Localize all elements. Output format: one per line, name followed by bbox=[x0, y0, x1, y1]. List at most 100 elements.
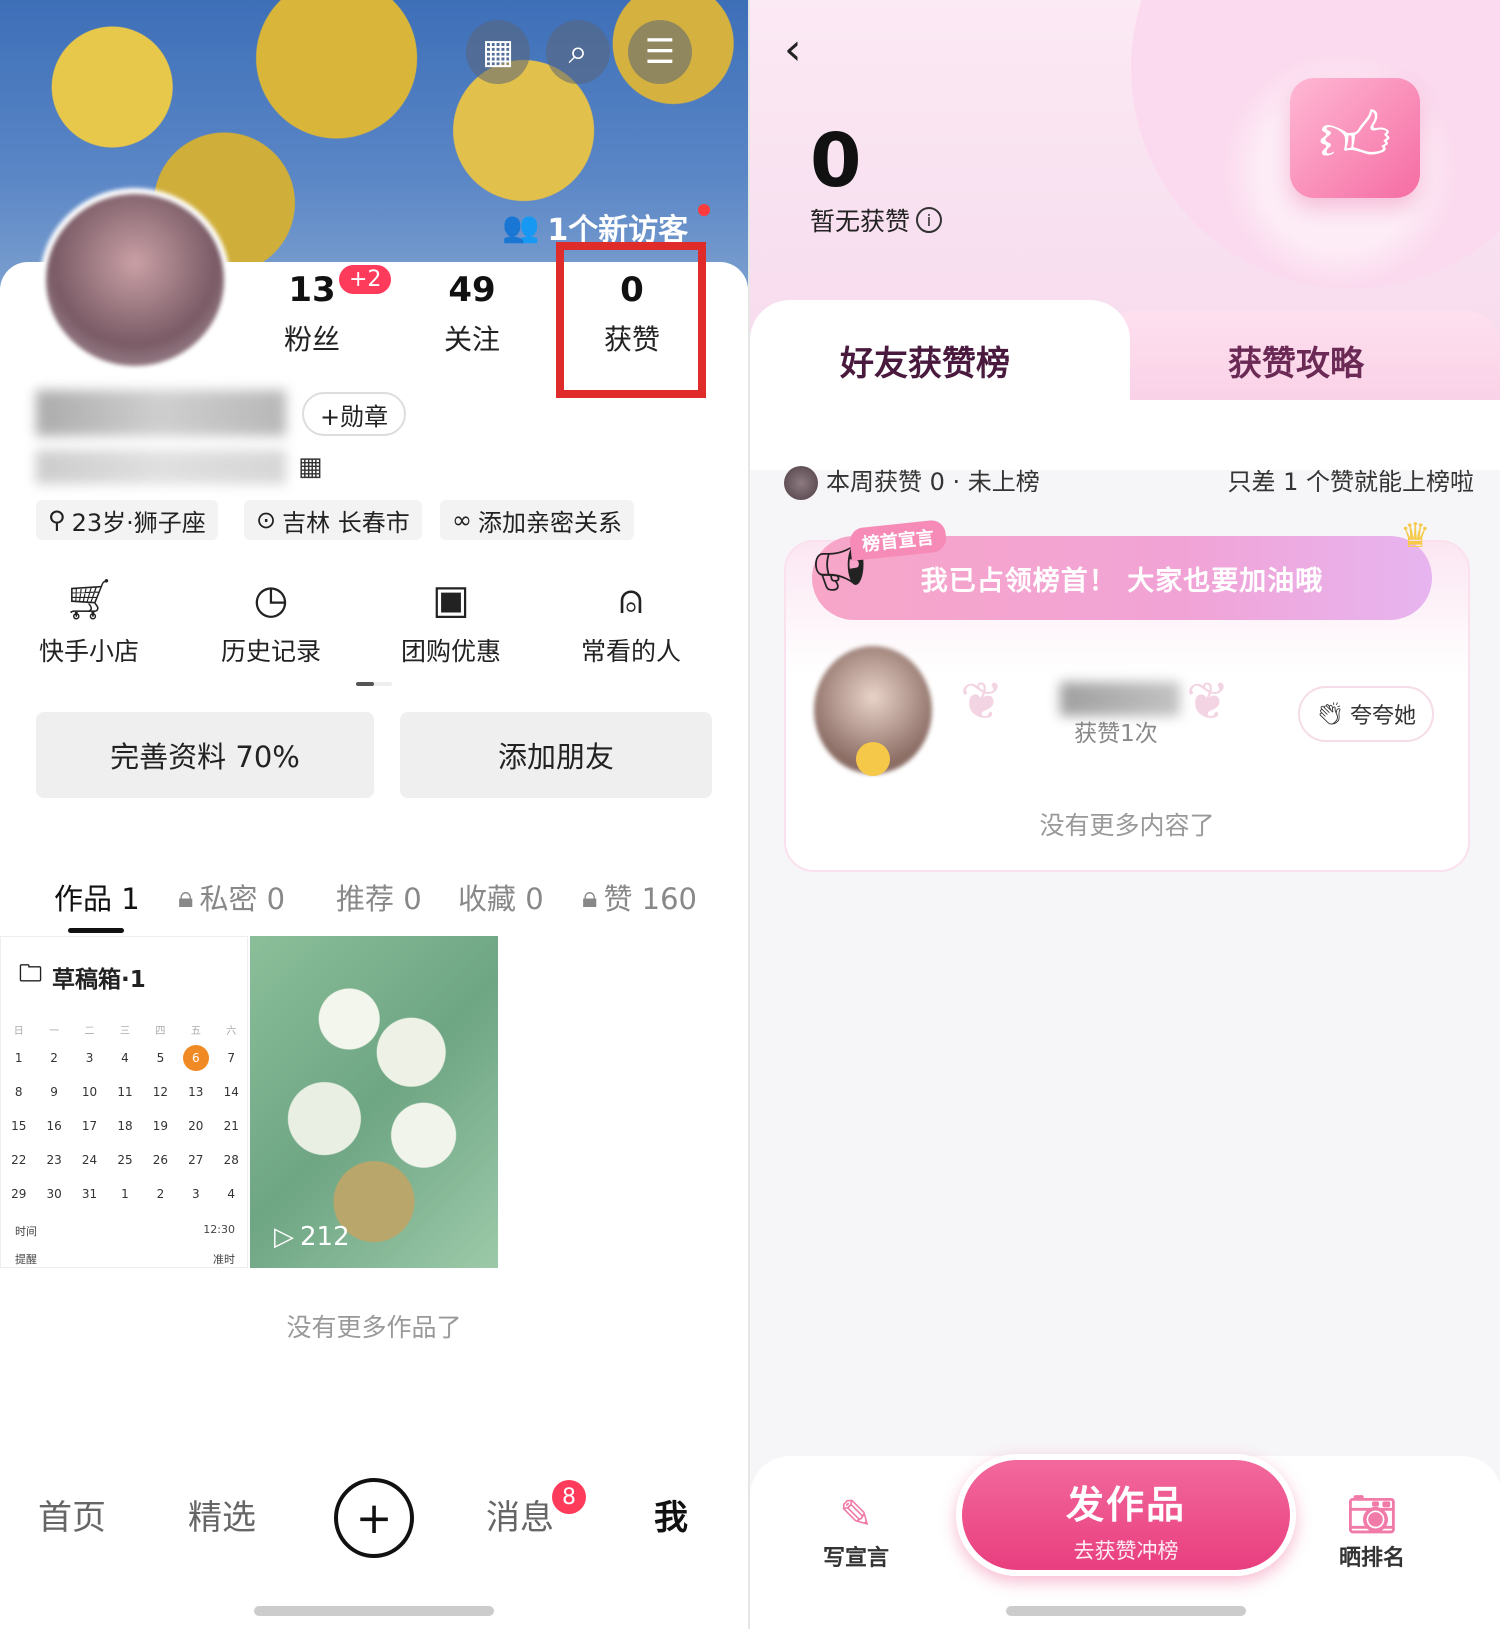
pencil-icon: ✎ bbox=[839, 1492, 873, 1538]
search-person-icon: ⚲ bbox=[48, 506, 66, 534]
nickname-blurred bbox=[36, 390, 286, 436]
draft-time-label: 时间 bbox=[15, 1225, 37, 1238]
calendar-day: 31 bbox=[81, 1187, 98, 1201]
video-thumbnail[interactable]: ▷ 212 bbox=[250, 936, 498, 1268]
avatar[interactable] bbox=[40, 188, 230, 372]
relationship-tag[interactable]: ∞ 添加亲密关系 bbox=[440, 500, 634, 540]
calendar-weekday-row: 日一二三四五六 bbox=[1, 1017, 247, 1041]
following-label: 关注 bbox=[443, 323, 500, 356]
total-likes-count: 0 bbox=[810, 118, 862, 204]
menu-icon[interactable]: ☰ bbox=[628, 20, 692, 84]
draft-title: 🗀 草稿箱·1 bbox=[19, 957, 146, 996]
calendar-day: 2 bbox=[156, 1187, 165, 1201]
draft-time-value: 12:30 bbox=[203, 1223, 235, 1236]
calendar-weekday: 六 bbox=[226, 1025, 237, 1037]
write-declaration-button[interactable]: ✎ 写宣言 bbox=[796, 1490, 916, 1572]
publish-sub-label: 去获赞冲榜 bbox=[1073, 1539, 1179, 1563]
calendar-day: 17 bbox=[81, 1119, 98, 1133]
calendar-day: 11 bbox=[117, 1085, 133, 1099]
stat-following[interactable]: 49 关注 bbox=[412, 270, 532, 358]
user-id-blurred bbox=[36, 450, 286, 484]
calendar-weekday: 五 bbox=[190, 1025, 201, 1037]
home-indicator bbox=[254, 1606, 494, 1616]
tab-recommend[interactable]: 推荐 0 bbox=[336, 876, 422, 918]
ranking-body-top bbox=[750, 400, 1500, 470]
nav-create-button[interactable]: + bbox=[334, 1478, 414, 1558]
location-tag[interactable]: ⊙ 吉林 长春市 bbox=[244, 500, 422, 540]
calendar-day: 19 bbox=[152, 1119, 169, 1133]
nav-featured[interactable]: 精选 bbox=[188, 1490, 256, 1539]
draft-title-text: 草稿箱·1 bbox=[52, 966, 146, 993]
calendar-day: 1 bbox=[14, 1051, 23, 1065]
tab-favorites-label: 收藏 0 bbox=[458, 882, 544, 916]
calendar-weekday: 三 bbox=[119, 1025, 130, 1037]
mini-avatar bbox=[784, 466, 818, 500]
nav-me[interactable]: 我 bbox=[654, 1490, 688, 1539]
calendar-day: 3 bbox=[191, 1187, 200, 1201]
tool-shop-label: 快手小店 bbox=[38, 637, 139, 666]
no-more-works: 没有更多作品了 bbox=[286, 1313, 462, 1342]
calendar-day: 16 bbox=[46, 1119, 62, 1133]
tool-history[interactable]: ◷ 历史记录 bbox=[186, 574, 356, 668]
nav-home[interactable]: 首页 bbox=[38, 1490, 106, 1539]
tab-like-guide-label: 获赞攻略 bbox=[1228, 344, 1364, 384]
tab-works[interactable]: 作品 1 bbox=[54, 876, 140, 918]
tab-likes[interactable]: 🔒︎ 赞 160 bbox=[582, 876, 697, 918]
tool-history-label: 历史记录 bbox=[220, 637, 321, 666]
tools-page-indicator bbox=[356, 682, 392, 686]
back-icon[interactable]: ‹ bbox=[784, 24, 802, 75]
tool-group-buy[interactable]: ▣ 团购优惠 bbox=[366, 574, 536, 668]
publish-work-button[interactable]: 发作品 去获赞冲榜 bbox=[956, 1454, 1296, 1576]
tool-group-buy-label: 团购优惠 bbox=[400, 637, 501, 666]
weekly-status-row: 本周获赞 0 · 未上榜 只差 1 个赞就能上榜啦 bbox=[784, 462, 1474, 500]
praise-button-label: 夸夸她 bbox=[1349, 704, 1416, 729]
likes-ranking-panel: 👍︎ ‹ 0 暂无获赞 i 好友获赞榜 获赞攻略 本周获赞 0 · 未上榜 只差… bbox=[748, 0, 1500, 1629]
tool-shop[interactable]: 🛒︎ 快手小店 bbox=[4, 574, 174, 668]
draft-box-card[interactable]: 🗀 草稿箱·1 日一二三四五六 1 2 3 4 5 6 7 8 9 10 11 12 13 14 15 16 17… bbox=[0, 936, 248, 1268]
nav-messages[interactable]: 消息 bbox=[486, 1490, 554, 1539]
calendar-icon[interactable]: ▦ bbox=[466, 20, 530, 84]
play-icon: ▷ bbox=[274, 1222, 294, 1252]
followers-label: 粉丝 bbox=[283, 323, 340, 356]
tab-likes-label: 赞 160 bbox=[603, 882, 698, 916]
calendar-day: 4 bbox=[121, 1051, 129, 1065]
praise-button[interactable]: 👏︎ 夸夸她 bbox=[1298, 686, 1434, 742]
ranked-friend-likes: 获赞1次 bbox=[1074, 721, 1158, 747]
complete-profile-button[interactable]: 完善资料 70% bbox=[36, 712, 374, 798]
clock-icon: ◷ bbox=[253, 577, 289, 623]
tool-frequent[interactable]: ⍝ 常看的人 bbox=[546, 574, 716, 668]
calendar-day: 15 bbox=[11, 1119, 27, 1133]
relationship-text: 添加亲密关系 bbox=[478, 508, 622, 537]
lock-icon: 🔒︎ bbox=[582, 879, 598, 914]
calendar-weekday: 二 bbox=[84, 1025, 95, 1037]
play-count-value: 212 bbox=[300, 1222, 350, 1252]
calendar-day: 13 bbox=[188, 1085, 204, 1099]
home-indicator bbox=[1006, 1606, 1246, 1616]
calendar-day: 4 bbox=[227, 1187, 236, 1201]
calendar-week-row: 8 9 10 11 12 13 14 bbox=[1, 1075, 247, 1109]
calendar-day: 28 bbox=[223, 1153, 239, 1167]
folder-icon: 🗀 bbox=[19, 961, 42, 987]
add-friend-button[interactable]: 添加朋友 bbox=[400, 712, 712, 798]
draft-remind-row: 提醒 准时 bbox=[15, 1251, 235, 1267]
active-tab-underline bbox=[68, 928, 124, 933]
age-zodiac-tag[interactable]: ⚲ 23岁·狮子座 bbox=[36, 500, 218, 540]
info-icon[interactable]: i bbox=[916, 207, 943, 233]
calendar-week-row: 22 23 24 25 26 27 28 bbox=[1, 1143, 247, 1177]
calendar-day: 20 bbox=[188, 1119, 204, 1133]
calendar-day: 30 bbox=[46, 1187, 62, 1201]
search-icon[interactable]: ⌕ bbox=[546, 20, 610, 84]
no-more-content: 没有更多内容了 bbox=[1039, 811, 1215, 840]
tab-private[interactable]: 🔒︎ 私密 0 bbox=[178, 876, 285, 918]
visitor-dot bbox=[698, 204, 710, 216]
calendar-day: 14 bbox=[223, 1085, 239, 1099]
qr-code-icon[interactable]: ▦ bbox=[298, 452, 323, 482]
likes-status: 暂无获赞 i bbox=[810, 202, 943, 238]
messages-badge: 8 bbox=[552, 1480, 586, 1514]
share-ranking-button[interactable]: 📷︎ 晒排名 bbox=[1312, 1490, 1432, 1572]
publish-main-label: 发作品 bbox=[1065, 1483, 1186, 1527]
add-medal-button[interactable]: +勋章 bbox=[302, 392, 407, 436]
calendar-day: 23 bbox=[46, 1153, 62, 1167]
tab-favorites[interactable]: 收藏 0 bbox=[458, 876, 544, 918]
calendar-day: 10 bbox=[81, 1085, 98, 1099]
